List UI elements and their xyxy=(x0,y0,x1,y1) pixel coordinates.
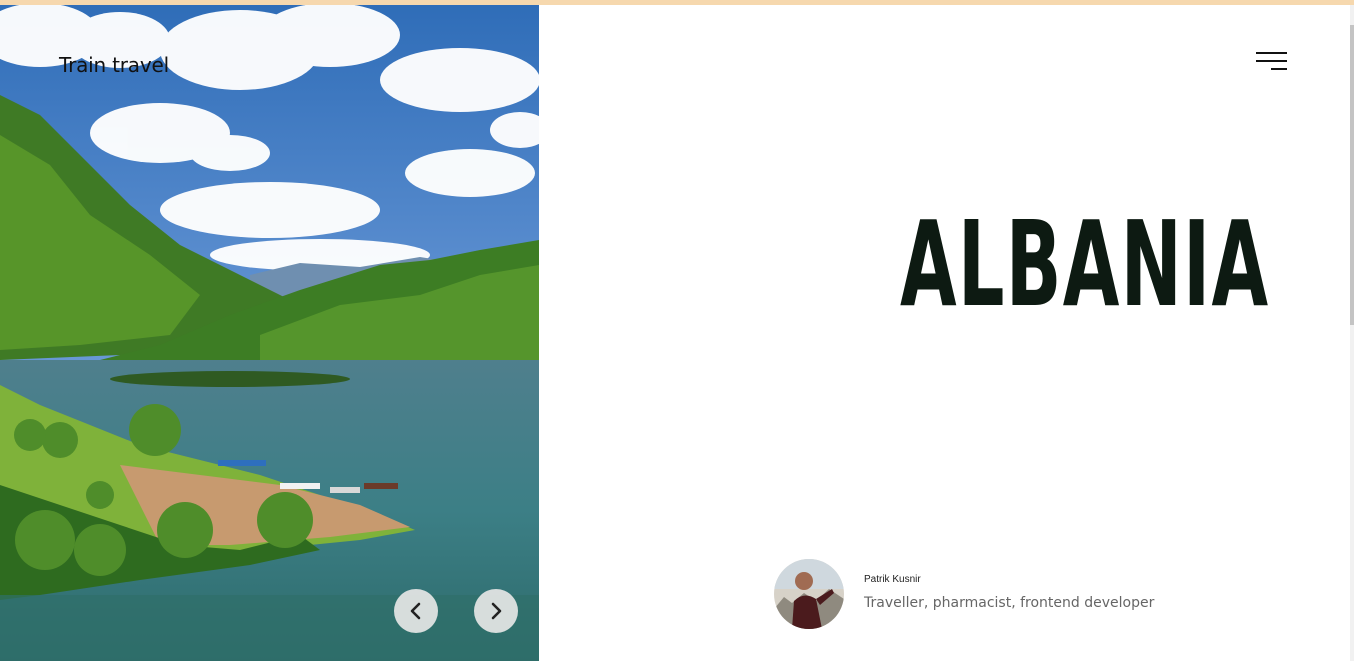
page-scrollbar[interactable] xyxy=(1350,5,1354,661)
chevron-left-icon xyxy=(410,602,421,620)
scrollbar-thumb[interactable] xyxy=(1350,25,1354,325)
chevron-right-icon xyxy=(491,602,502,620)
landscape-illustration xyxy=(0,5,539,661)
menu-line-middle xyxy=(1256,60,1287,62)
author-name[interactable]: Patrik Kusnir xyxy=(864,574,921,585)
hero-image: Train travel xyxy=(0,5,539,661)
author-bio: Traveller, pharmacist, frontend develope… xyxy=(864,595,1155,611)
avatar-portrait xyxy=(774,559,844,629)
author-avatar xyxy=(774,559,844,629)
page-title: ALBANIA xyxy=(900,195,1270,333)
hamburger-menu-button[interactable] xyxy=(1256,52,1287,72)
site-brand[interactable]: Train travel xyxy=(59,53,169,77)
previous-slide-button[interactable] xyxy=(394,589,438,633)
menu-line-top xyxy=(1256,52,1287,54)
next-slide-button[interactable] xyxy=(474,589,518,633)
menu-line-bottom xyxy=(1271,68,1287,70)
